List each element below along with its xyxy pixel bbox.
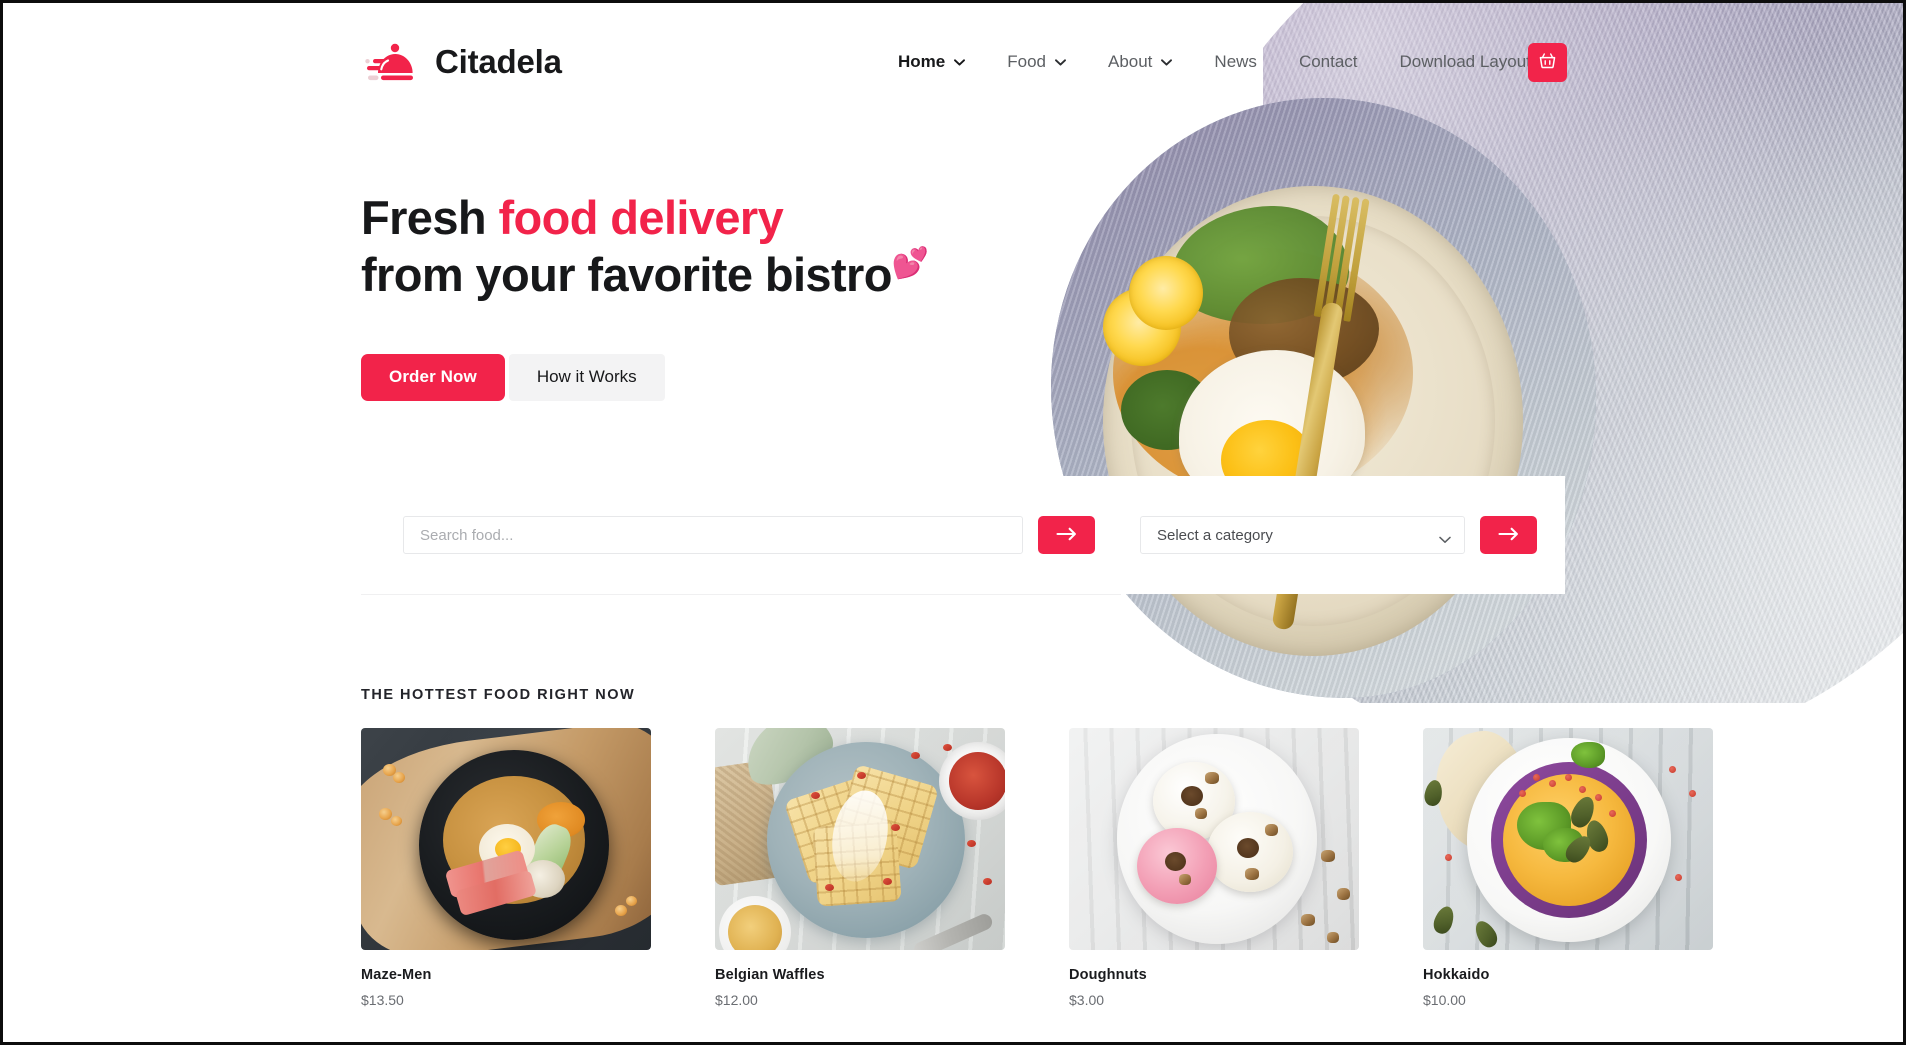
nav-item-label: Contact [1298,52,1358,71]
category-select[interactable]: Select a category [1140,516,1465,554]
food-card[interactable]: Hokkaido $10.00 [1423,728,1713,1008]
food-card[interactable]: Maze-Men $13.50 [361,728,651,1008]
food-thumbnail-soup[interactable] [1423,728,1713,950]
food-name: Belgian Waffles [715,967,825,983]
hero-food-image [1051,98,1596,698]
order-now-button[interactable]: Order Now [361,353,505,401]
section-label-hottest-food: THE HOTTEST FOOD RIGHT NOW [361,687,636,703]
main-navigation: Home Food About News Contact Download La… [877,52,1552,72]
hero-action-buttons: Order Now How it Works [361,353,929,401]
food-thumbnail-doughnuts[interactable] [1069,728,1359,950]
hero-heading: Fresh food delivery from your favorite b… [361,189,929,304]
food-price: $12.00 [715,992,758,1008]
chevron-down-icon [1161,58,1173,66]
search-submit-button[interactable] [1038,516,1095,554]
food-card[interactable]: Doughnuts $3.00 [1069,728,1359,1008]
food-price: $13.50 [361,992,404,1008]
nav-item-home[interactable]: Home [877,52,986,72]
panel-divider [361,594,1121,595]
shopping-basket-icon [1538,51,1557,73]
nav-item-label: Download Layout [1399,52,1531,71]
food-thumbnail-ramen[interactable] [361,728,651,950]
hero-title-accent: food delivery [498,191,784,244]
category-field-group: Select a category [1140,516,1537,554]
hero-section: Fresh food delivery from your favorite b… [361,189,929,401]
nav-item-label: News [1214,52,1257,71]
brand-logo-link[interactable]: Citadela [361,39,562,85]
hero-title-plain: Fresh [361,191,499,244]
food-card[interactable]: Belgian Waffles $12.00 [715,728,1005,1008]
nav-item-about[interactable]: About [1087,52,1193,72]
food-name: Maze-Men [361,967,432,983]
nav-item-food[interactable]: Food [986,52,1087,72]
hottest-food-grid: Maze-Men $13.50 Belgian Waffles $12.00 D… [361,728,1713,1008]
chevron-down-icon [954,58,966,66]
food-price: $10.00 [1423,992,1466,1008]
nav-item-contact[interactable]: Contact [1278,52,1379,72]
arrow-right-icon [1056,527,1077,544]
nav-item-label: Home [898,52,946,71]
nav-item-download-layout[interactable]: Download Layout [1379,52,1552,72]
two-hearts-emoji: 💕 [891,247,929,281]
hero-title-line2: from your favorite bistro [361,248,892,302]
food-search-panel: Select a category [361,476,1565,594]
food-thumbnail-waffles[interactable] [715,728,1005,950]
food-cloche-delivery-icon [361,39,419,85]
arrow-right-icon [1498,527,1519,544]
nav-item-label: Food [1007,52,1046,71]
cart-button[interactable] [1528,42,1567,82]
food-price: $3.00 [1069,992,1105,1008]
brand-name: Citadela [435,43,562,80]
food-name: Hokkaido [1423,967,1490,983]
how-it-works-button[interactable]: How it Works [508,353,665,401]
site-header: Citadela Home Food About News Contact Do… [3,3,1903,121]
search-input[interactable] [403,516,1023,554]
food-name: Doughnuts [1069,967,1147,983]
page-viewport: Citadela Home Food About News Contact Do… [0,0,1906,1045]
nav-item-news[interactable]: News [1193,52,1278,72]
search-field-group [403,516,1095,554]
chevron-down-icon [1055,58,1066,66]
category-submit-button[interactable] [1480,516,1537,554]
nav-item-label: About [1107,52,1153,71]
